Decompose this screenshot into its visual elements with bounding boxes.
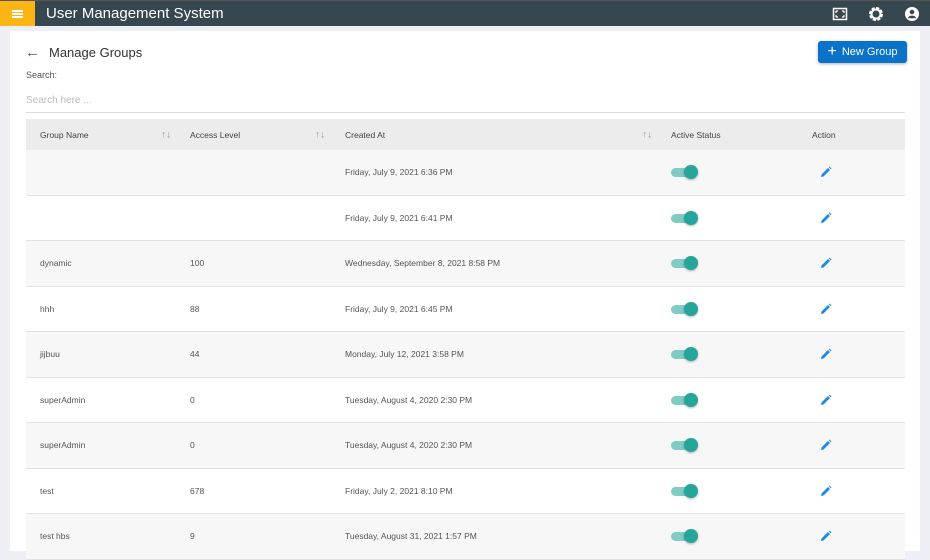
table-row: dynamic 100 Wednesday, September 8, 2021…: [26, 241, 905, 287]
active-status-toggle[interactable]: [671, 438, 698, 453]
table-row: superAdmin 0 Tuesday, August 4, 2020 2:3…: [26, 423, 905, 469]
back-arrow-icon[interactable]: ←: [25, 44, 40, 61]
created-at: Tuesday, August 4, 2020 2:30 PM: [345, 440, 473, 451]
fullscreen-icon[interactable]: [832, 6, 848, 22]
edit-icon[interactable]: [820, 166, 832, 178]
table-row: test 678 Friday, July 2, 2021 8:10 PM: [26, 469, 905, 514]
active-status-toggle[interactable]: [671, 301, 698, 316]
table-row: Friday, July 9, 2021 6:36 PM: [26, 150, 905, 196]
edit-icon[interactable]: [820, 394, 832, 406]
table-row: Friday, July 9, 2021 6:41 PM: [26, 196, 905, 241]
edit-icon[interactable]: [820, 257, 832, 269]
table-row: superAdmin 0 Tuesday, August 4, 2020 2:3…: [26, 378, 905, 423]
header-created-at[interactable]: Created At: [345, 130, 385, 140]
access-level: 100: [190, 258, 205, 269]
hamburger-icon: [12, 12, 23, 15]
settings-icon[interactable]: [868, 6, 884, 22]
active-status-toggle[interactable]: [671, 483, 698, 498]
group-name: superAdmin: [40, 440, 86, 451]
active-status-toggle[interactable]: [671, 392, 698, 407]
active-status-toggle[interactable]: [671, 165, 698, 180]
access-level: 44: [190, 349, 200, 360]
created-at: Wednesday, September 8, 2021 8:58 PM: [345, 258, 501, 269]
created-at: Monday, July 12, 2021 3:58 PM: [345, 349, 464, 360]
created-at: Friday, July 9, 2021 6:36 PM: [345, 167, 453, 178]
groups-table: Group Name ↑↓ Access Level ↑↓ Created At…: [26, 119, 905, 560]
active-status-toggle[interactable]: [671, 210, 698, 225]
table-row: jijbuu 44 Monday, July 12, 2021 3:58 PM: [26, 332, 905, 378]
group-name: test: [40, 485, 54, 496]
created-at: Friday, July 2, 2021 8:10 PM: [345, 485, 453, 496]
group-name: jijbuu: [40, 349, 60, 360]
created-at: Friday, July 9, 2021 6:41 PM: [345, 212, 453, 223]
active-status-toggle[interactable]: [671, 529, 698, 544]
table-header: Group Name ↑↓ Access Level ↑↓ Created At…: [26, 119, 905, 150]
edit-icon[interactable]: [820, 303, 832, 315]
search-label: Search:: [26, 70, 58, 80]
header-action: Action: [812, 129, 836, 140]
access-level: 88: [190, 303, 200, 314]
sort-icon[interactable]: ↑↓: [315, 129, 325, 140]
new-group-label: New Group: [841, 46, 898, 58]
edit-icon[interactable]: [820, 530, 832, 542]
new-group-button[interactable]: + New Group: [818, 41, 907, 63]
group-name: dynamic: [40, 258, 72, 269]
search-input[interactable]: [26, 88, 905, 113]
access-level: 678: [190, 485, 205, 496]
table-row: test hbs 9 Tuesday, August 31, 2021 1:57…: [26, 514, 905, 560]
group-name: test hbs: [40, 531, 70, 542]
table-row: hhh 88 Friday, July 9, 2021 6:45 PM: [26, 287, 905, 332]
group-name: superAdmin: [40, 394, 86, 405]
edit-icon[interactable]: [820, 439, 832, 451]
active-status-toggle[interactable]: [671, 256, 698, 271]
created-at: Tuesday, August 4, 2020 2:30 PM: [345, 394, 473, 405]
sort-icon[interactable]: ↑↓: [161, 129, 171, 140]
active-status-toggle[interactable]: [671, 347, 698, 362]
access-level: 0: [190, 394, 195, 405]
edit-icon[interactable]: [820, 348, 832, 360]
created-at: Friday, July 9, 2021 6:45 PM: [345, 303, 453, 314]
edit-icon[interactable]: [820, 485, 832, 497]
access-level: 0: [190, 440, 195, 451]
header-group-name[interactable]: Group Name: [40, 130, 89, 140]
page-title: Manage Groups: [49, 45, 143, 60]
group-name: hhh: [40, 303, 55, 314]
account-icon[interactable]: [904, 6, 920, 22]
plus-icon: +: [827, 43, 837, 60]
created-at: Tuesday, August 31, 2021 1:57 PM: [345, 531, 477, 542]
access-level: 9: [190, 531, 195, 542]
top-bar: User Management System: [0, 0, 930, 26]
menu-button[interactable]: [0, 1, 35, 26]
app-title: User Management System: [46, 5, 224, 22]
header-access-level[interactable]: Access Level: [190, 130, 240, 140]
header-active-status: Active Status: [671, 129, 721, 140]
sort-icon[interactable]: ↑↓: [642, 129, 652, 140]
edit-icon[interactable]: [820, 212, 832, 224]
